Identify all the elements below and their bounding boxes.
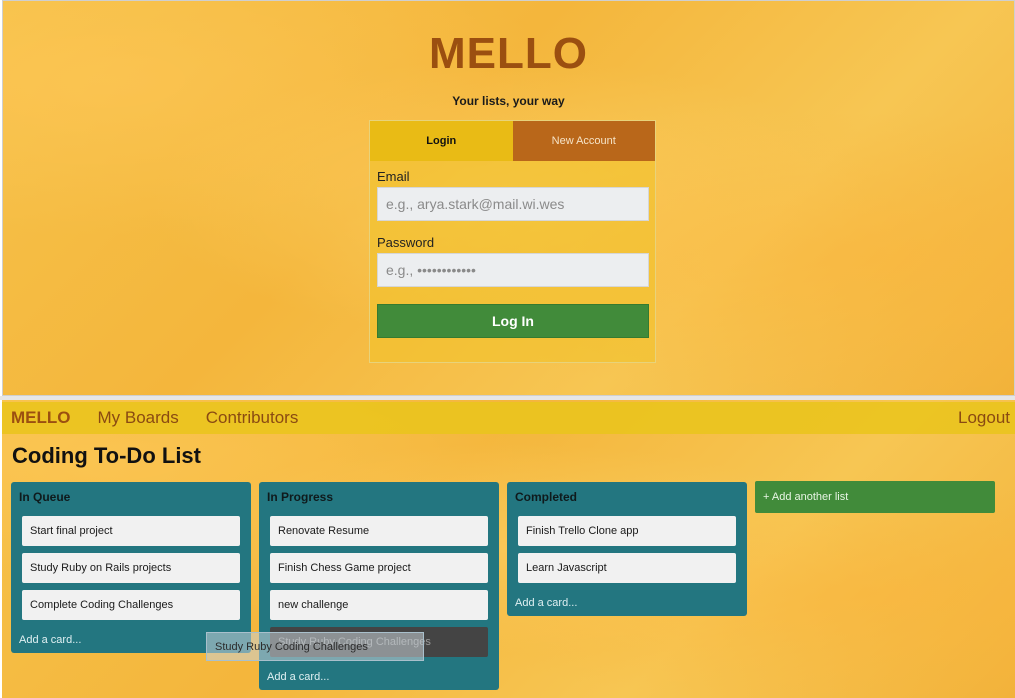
card[interactable]: new challenge bbox=[270, 590, 488, 620]
list-completed: Completed Finish Trello Clone app Learn … bbox=[507, 482, 747, 616]
card[interactable]: Learn Javascript bbox=[518, 553, 736, 583]
add-card-link[interactable]: Add a card... bbox=[267, 664, 488, 690]
tab-login[interactable]: Login bbox=[370, 121, 513, 161]
card[interactable]: Start final project bbox=[22, 516, 240, 546]
card[interactable]: Renovate Resume bbox=[270, 516, 488, 546]
add-list-button[interactable]: + Add another list bbox=[755, 481, 995, 513]
card[interactable]: Finish Trello Clone app bbox=[518, 516, 736, 546]
list-title[interactable]: Completed bbox=[515, 482, 736, 512]
tagline: Your lists, your way bbox=[452, 94, 565, 108]
password-label: Password bbox=[377, 235, 435, 250]
login-panel: Login New Account Email Password Log In bbox=[369, 120, 656, 363]
login-form: Email Password Log In bbox=[370, 161, 655, 338]
app-logo: MELLO bbox=[429, 29, 588, 78]
card[interactable]: Finish Chess Game project bbox=[270, 553, 488, 583]
list-title[interactable]: In Queue bbox=[19, 482, 240, 512]
list-title[interactable]: In Progress bbox=[267, 482, 488, 512]
auth-tabs: Login New Account bbox=[370, 121, 655, 161]
email-field[interactable] bbox=[377, 187, 649, 221]
dragging-card[interactable]: Study Ruby Coding Challenges bbox=[206, 632, 424, 661]
nav-contributors[interactable]: Contributors bbox=[206, 408, 299, 428]
nav-my-boards[interactable]: My Boards bbox=[98, 408, 179, 428]
list-in-queue: In Queue Start final project Study Ruby … bbox=[11, 482, 251, 653]
password-field[interactable] bbox=[377, 253, 649, 287]
navbar: MELLO My Boards Contributors Logout bbox=[2, 402, 1015, 434]
board-title: Coding To-Do List bbox=[12, 443, 201, 468]
login-screen: MELLO Your lists, your way Login New Acc… bbox=[2, 0, 1015, 396]
tab-new-account[interactable]: New Account bbox=[512, 121, 655, 161]
login-button[interactable]: Log In bbox=[377, 304, 649, 338]
logout-link[interactable]: Logout bbox=[958, 408, 1010, 428]
card[interactable]: Complete Coding Challenges bbox=[22, 590, 240, 620]
card[interactable]: Study Ruby on Rails projects bbox=[22, 553, 240, 583]
board-screen: MELLO My Boards Contributors Logout Codi… bbox=[2, 400, 1015, 698]
email-label: Email bbox=[377, 169, 410, 184]
nav-logo[interactable]: MELLO bbox=[11, 408, 71, 428]
add-card-link[interactable]: Add a card... bbox=[515, 590, 736, 616]
